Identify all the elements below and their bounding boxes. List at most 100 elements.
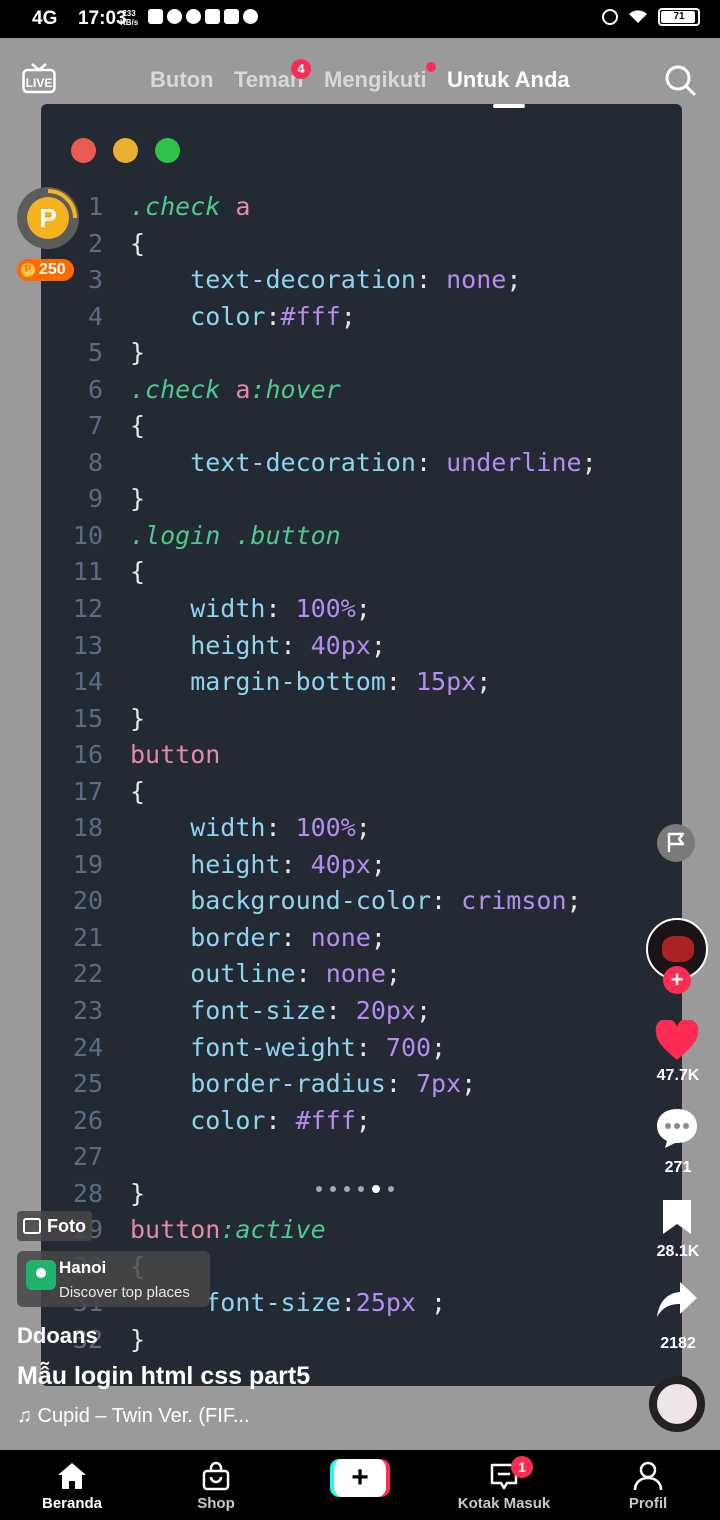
line-number: 15 (72, 703, 103, 733)
code-token: ; (581, 447, 597, 477)
comment-icon[interactable] (655, 1107, 699, 1149)
code-line: 24 font-weight: 700; (41, 1030, 682, 1067)
pager-dot (388, 1186, 394, 1192)
code-text: .login .button (130, 518, 341, 555)
code-text: button (130, 737, 220, 774)
heart-icon[interactable] (655, 1020, 699, 1062)
line-number: 22 (72, 959, 103, 989)
code-token: } (130, 1178, 146, 1208)
code-line: 29button:active (41, 1212, 682, 1249)
code-editor-window: 1 .check a 2{3 text-decoration: none; 4 col… (41, 104, 682, 1386)
song-title[interactable]: ♫ Cupid – Twin Ver. (FIF... (17, 1405, 250, 1428)
code-token: none (446, 265, 507, 295)
search-icon[interactable] (664, 64, 696, 96)
like-count: 47.7K (656, 1067, 700, 1084)
code-line: 3 text-decoration: none; (41, 262, 682, 299)
code-line: 19 height: 40px; (41, 847, 682, 884)
code-token: #fff (295, 1105, 356, 1135)
code-token: outline (130, 959, 296, 989)
author-name[interactable]: Ddoans (17, 1323, 98, 1349)
code-token: 15px (415, 667, 477, 697)
code-token: 100% (295, 594, 356, 624)
line-number: 11 (72, 557, 103, 587)
line-number: 26 (72, 1105, 103, 1135)
profile-icon (633, 1461, 663, 1491)
code-token: background-color (130, 886, 432, 916)
code-line: 23 font-size: 20px; (41, 993, 682, 1030)
code-token: ; (370, 849, 386, 879)
code-text: height: 40px; (130, 628, 386, 665)
code-token: margin-bottom (130, 667, 386, 697)
code-token: text-decoration (130, 447, 416, 477)
messenger-icon (186, 9, 201, 24)
code-text: { (130, 226, 145, 263)
code-token: 20px (355, 996, 416, 1026)
location-subtitle: Discover top places (59, 1284, 190, 1301)
wifi-icon (629, 10, 647, 23)
nav-inbox-label: Kotak Masuk (457, 1495, 551, 1512)
code-token: ; (461, 1069, 477, 1099)
code-token: : (265, 1105, 296, 1135)
code-token: { (130, 228, 146, 258)
nav-shop[interactable]: Shop (161, 1450, 271, 1520)
line-number: 28 (72, 1178, 103, 1208)
coin-reward-button[interactable]: P (17, 187, 79, 249)
create-button[interactable]: + (330, 1459, 390, 1497)
video-caption: Mẫu login html css part5 (17, 1362, 311, 1390)
code-token: crimson (461, 886, 567, 916)
nav-inbox[interactable]: Kotak Masuk (449, 1450, 559, 1520)
code-token: ; (370, 630, 386, 660)
tab-mengikuti[interactable]: Mengikuti (324, 66, 427, 94)
report-button[interactable] (657, 824, 695, 862)
tab-buton[interactable]: Buton (150, 66, 214, 94)
code-line: 10 .login .button (41, 518, 682, 555)
code-line: 14 margin-bottom: 15px; (41, 664, 682, 701)
code-token: ; (416, 996, 432, 1026)
location-chip[interactable]: Hanoi Discover top places (17, 1251, 210, 1307)
code-token: : (355, 1032, 386, 1062)
code-token: } (130, 338, 146, 368)
bookmark-icon[interactable] (660, 1198, 694, 1236)
tab-untuk-anda[interactable]: Untuk Anda (447, 66, 570, 94)
location-pin-icon (26, 1260, 56, 1290)
music-disc[interactable] (649, 1376, 705, 1432)
line-number: 10 (72, 520, 103, 550)
code-text: background-color: crimson; (130, 883, 581, 920)
code-token: ; (355, 1105, 371, 1135)
code-line: 6 .check a:hover (41, 372, 682, 409)
mail-icon (205, 9, 220, 24)
code-line: 22 outline: none; (41, 956, 682, 993)
code-token: button (130, 740, 221, 770)
code-block: 1 .check a 2{3 text-decoration: none; 4 col… (41, 189, 682, 1359)
coin-small-icon: P (21, 263, 35, 277)
code-line: 1 .check a (41, 189, 682, 226)
code-token: ; (355, 594, 371, 624)
code-token: : (295, 959, 326, 989)
pager-dot (344, 1186, 350, 1192)
code-token: button (130, 1215, 221, 1245)
battery-level: 71 (673, 11, 685, 22)
coin-balance: P 250 (17, 259, 74, 281)
code-token: ; (476, 667, 492, 697)
avatar-image (662, 936, 694, 962)
nav-home[interactable]: Beranda (17, 1450, 127, 1520)
code-token: color (130, 301, 266, 331)
code-token: 7px (415, 1069, 462, 1099)
line-number: 13 (72, 630, 103, 660)
share-icon[interactable] (656, 1280, 698, 1320)
net-speed-value: 233 (122, 9, 136, 18)
code-token: : (265, 594, 296, 624)
alarm-icon (602, 9, 618, 25)
nav-profile[interactable]: Profil (593, 1450, 703, 1520)
code-token: : (265, 301, 281, 331)
code-text: text-decoration: underline; (130, 445, 597, 482)
code-text: } (130, 1176, 145, 1213)
code-text: .check a:hover (130, 372, 341, 409)
pager-dot (330, 1186, 336, 1192)
save-count: 28.1K (656, 1243, 700, 1260)
code-token: border-radius (130, 1069, 386, 1099)
code-token: : (431, 886, 462, 916)
code-text: .check a (130, 189, 250, 226)
code-token: { (130, 557, 146, 587)
follow-button[interactable]: + (663, 966, 691, 994)
